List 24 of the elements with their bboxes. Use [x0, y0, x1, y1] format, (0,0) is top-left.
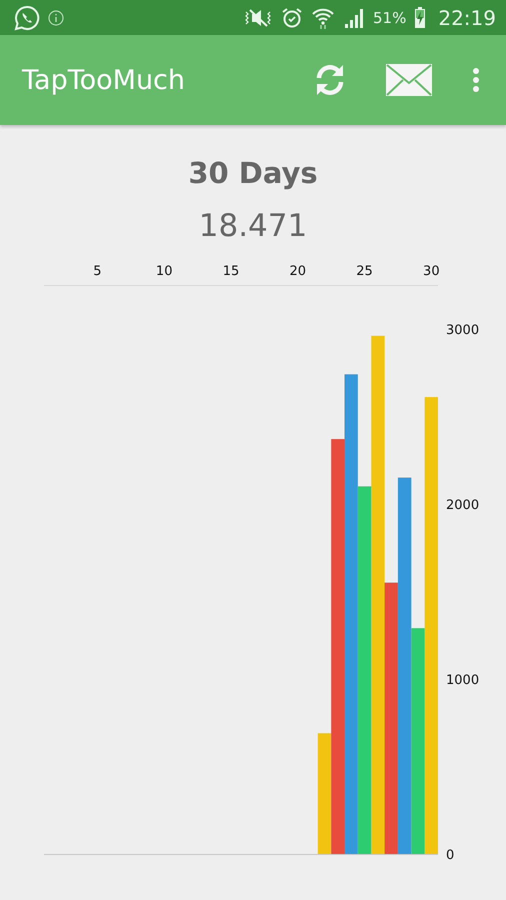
overflow-menu-icon[interactable]: [472, 68, 480, 92]
x-axis-label: 25: [356, 264, 373, 279]
x-axis-label: 15: [222, 264, 240, 279]
info-icon: [48, 10, 64, 26]
clock-time: 22:19: [438, 6, 496, 30]
wifi-icon: [311, 6, 336, 28]
app-title: TapTooMuch: [22, 64, 186, 96]
alarm-icon: [281, 6, 304, 28]
chat-bubble-icon: [14, 4, 40, 30]
signal-icon: [343, 8, 366, 28]
mail-icon[interactable]: [386, 64, 432, 96]
total-count: 18.471: [198, 208, 308, 244]
y-axis-label: 2000: [446, 498, 480, 513]
x-axis-label: 5: [93, 264, 102, 279]
battery-percentage: 51%: [373, 8, 406, 26]
y-axis-label: 0: [446, 848, 454, 863]
x-axis-label: 30: [423, 264, 440, 279]
y-axis-label: 3000: [446, 322, 480, 338]
x-axis-label: 20: [290, 264, 306, 279]
period-heading: 30 Days: [187, 156, 319, 190]
y-axis-label: 1000: [446, 672, 480, 688]
battery-charging-icon: [414, 6, 426, 28]
x-axis-label: 10: [156, 264, 172, 279]
mute-icon: [243, 6, 274, 28]
